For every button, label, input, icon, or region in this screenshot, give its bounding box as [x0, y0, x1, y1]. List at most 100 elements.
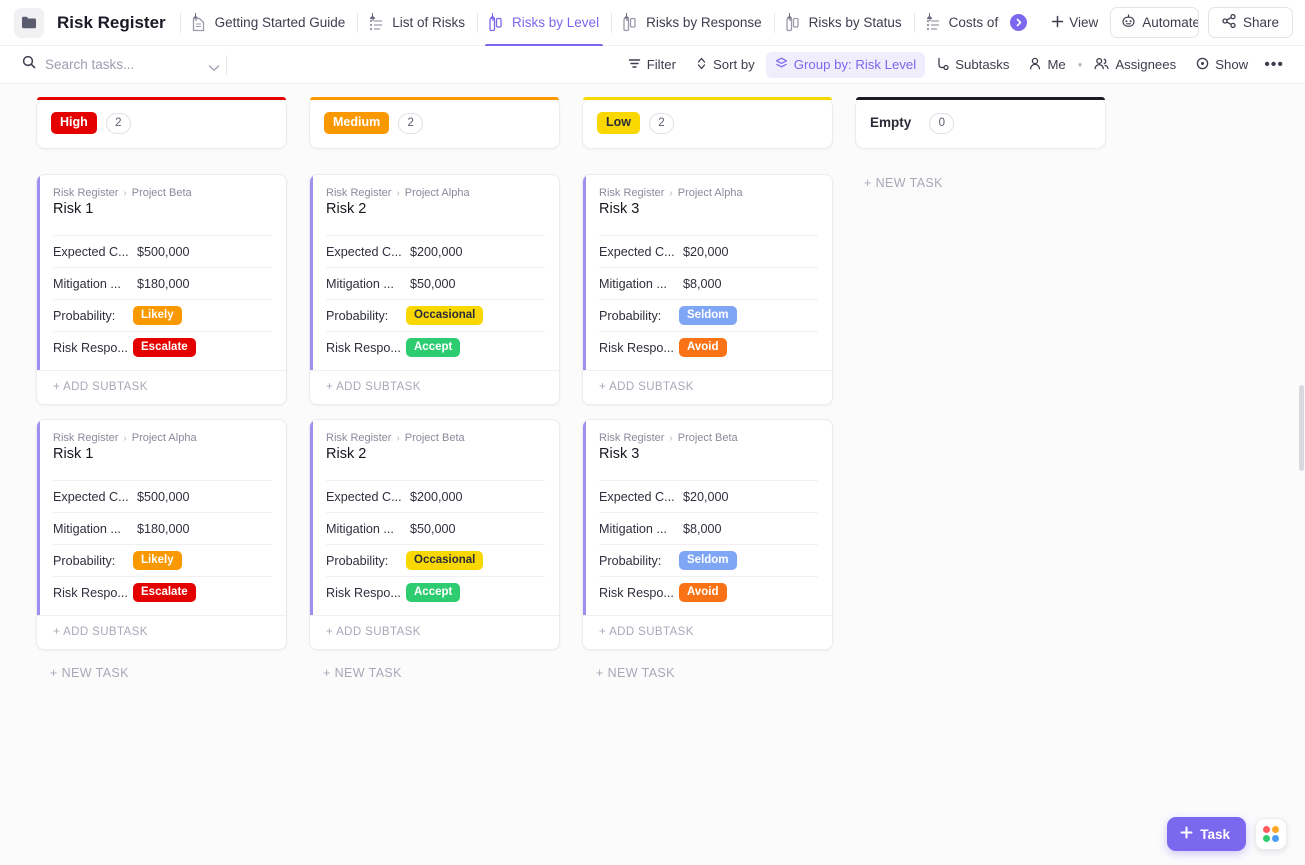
custom-field-tag[interactable]: Avoid [679, 583, 727, 603]
custom-field-row[interactable]: Expected C...$20,000 [599, 235, 818, 267]
custom-field-tag[interactable]: Occasional [406, 551, 483, 571]
custom-field-value[interactable]: $8,000 [677, 522, 722, 536]
custom-field-value[interactable]: $20,000 [677, 490, 729, 504]
task-card[interactable]: Risk Register›Project BetaRisk 2Expected… [309, 419, 560, 650]
add-subtask-button[interactable]: + ADD SUBTASK [583, 370, 832, 404]
filter-button[interactable]: Filter [619, 52, 685, 78]
breadcrumb-leaf[interactable]: Project Alpha [678, 187, 743, 199]
column-header[interactable]: Low2 [582, 98, 833, 149]
breadcrumb-root[interactable]: Risk Register [599, 432, 664, 444]
task-title[interactable]: Risk 1 [53, 446, 272, 462]
task-card[interactable]: Risk Register›Project AlphaRisk 2Expecte… [309, 174, 560, 405]
add-subtask-button[interactable]: + ADD SUBTASK [310, 370, 559, 404]
custom-field-value[interactable]: $8,000 [677, 277, 722, 291]
custom-field-value[interactable]: $50,000 [404, 522, 456, 536]
custom-field-row[interactable]: Mitigation ...$8,000 [599, 512, 818, 544]
task-card[interactable]: Risk Register›Project BetaRisk 3Expected… [582, 419, 833, 650]
custom-field-row[interactable]: Expected C...$200,000 [326, 480, 545, 512]
automate-main[interactable]: Automate [1111, 8, 1199, 37]
sort-by-button[interactable]: Sort by [687, 52, 764, 78]
breadcrumb-root[interactable]: Risk Register [599, 187, 664, 199]
custom-field-value[interactable]: $20,000 [677, 245, 729, 259]
custom-field-row[interactable]: Risk Respo...Accept [326, 331, 545, 363]
custom-field-tag[interactable]: Occasional [406, 306, 483, 326]
custom-field-tag[interactable]: Avoid [679, 338, 727, 358]
breadcrumb-leaf[interactable]: Project Beta [678, 432, 738, 444]
more-options-button[interactable]: ••• [1259, 56, 1293, 74]
custom-field-row[interactable]: Mitigation ...$180,000 [53, 267, 272, 299]
custom-field-row[interactable]: Mitigation ...$50,000 [326, 267, 545, 299]
custom-field-value[interactable]: $200,000 [404, 490, 463, 504]
show-button[interactable]: Show [1187, 52, 1257, 78]
add-subtask-button[interactable]: + ADD SUBTASK [310, 615, 559, 649]
task-card[interactable]: Risk Register›Project AlphaRisk 1Expecte… [36, 419, 287, 650]
custom-field-tag[interactable]: Seldom [679, 306, 737, 326]
subtasks-button[interactable]: Subtasks [927, 52, 1018, 78]
custom-field-row[interactable]: Risk Respo...Escalate [53, 331, 272, 363]
new-task-button[interactable]: + NEW TASK [36, 664, 309, 680]
apps-grid-icon[interactable] [1255, 818, 1287, 850]
custom-field-tag[interactable]: Accept [406, 338, 460, 358]
folder-icon[interactable] [14, 8, 44, 38]
tab-risks-by-status[interactable]: Risks by Status [774, 0, 914, 46]
custom-field-row[interactable]: Probability:Occasional [326, 299, 545, 331]
column-header[interactable]: Medium2 [309, 98, 560, 149]
custom-field-row[interactable]: Risk Respo...Escalate [53, 576, 272, 608]
task-title[interactable]: Risk 2 [326, 201, 545, 217]
custom-field-row[interactable]: Probability:Likely [53, 544, 272, 576]
custom-field-tag[interactable]: Escalate [133, 338, 196, 358]
custom-field-tag[interactable]: Seldom [679, 551, 737, 571]
custom-field-row[interactable]: Expected C...$20,000 [599, 480, 818, 512]
task-title[interactable]: Risk 3 [599, 446, 818, 462]
breadcrumb-root[interactable]: Risk Register [53, 432, 118, 444]
add-subtask-button[interactable]: + ADD SUBTASK [37, 615, 286, 649]
breadcrumb-root[interactable]: Risk Register [326, 187, 391, 199]
custom-field-row[interactable]: Probability:Likely [53, 299, 272, 331]
breadcrumb-leaf[interactable]: Project Beta [132, 187, 192, 199]
custom-field-row[interactable]: Probability:Seldom [599, 544, 818, 576]
chevron-down-icon[interactable] [208, 59, 220, 77]
assignees-button[interactable]: Assignees [1085, 52, 1185, 78]
share-button[interactable]: Share [1208, 7, 1293, 38]
new-task-button[interactable]: + NEW TASK [309, 664, 582, 680]
custom-field-value[interactable]: $50,000 [404, 277, 456, 291]
tab-list-of-risks[interactable]: List of Risks [357, 0, 477, 46]
add-subtask-button[interactable]: + ADD SUBTASK [37, 370, 286, 404]
tab-costs-of[interactable]: Costs of [914, 0, 1040, 46]
custom-field-row[interactable]: Risk Respo...Avoid [599, 576, 818, 608]
vertical-scrollbar-thumb[interactable] [1299, 385, 1304, 471]
custom-field-value[interactable]: $500,000 [131, 245, 190, 259]
tab-risks-by-level[interactable]: Risks by Level [477, 0, 611, 46]
chevron-right-icon[interactable] [1010, 14, 1027, 31]
custom-field-tag[interactable]: Likely [133, 306, 182, 326]
task-card[interactable]: Risk Register›Project BetaRisk 1Expected… [36, 174, 287, 405]
task-title[interactable]: Risk 1 [53, 201, 272, 217]
new-task-fab[interactable]: Task [1167, 817, 1246, 851]
automate-button[interactable]: Automate [1110, 7, 1199, 38]
search-box[interactable] [14, 50, 226, 80]
breadcrumb-leaf[interactable]: Project Alpha [132, 432, 197, 444]
custom-field-row[interactable]: Expected C...$200,000 [326, 235, 545, 267]
me-filter-button[interactable]: Me [1020, 52, 1074, 78]
custom-field-row[interactable]: Probability:Seldom [599, 299, 818, 331]
custom-field-value[interactable]: $180,000 [131, 522, 190, 536]
custom-field-tag[interactable]: Escalate [133, 583, 196, 603]
breadcrumb-root[interactable]: Risk Register [326, 432, 391, 444]
custom-field-row[interactable]: Risk Respo...Avoid [599, 331, 818, 363]
custom-field-row[interactable]: Expected C...$500,000 [53, 480, 272, 512]
custom-field-value[interactable]: $500,000 [131, 490, 190, 504]
tab-risks-by-response[interactable]: Risks by Response [611, 0, 774, 46]
breadcrumb-leaf[interactable]: Project Alpha [405, 187, 470, 199]
custom-field-row[interactable]: Expected C...$500,000 [53, 235, 272, 267]
column-header[interactable]: High2 [36, 98, 287, 149]
custom-field-row[interactable]: Mitigation ...$180,000 [53, 512, 272, 544]
custom-field-row[interactable]: Risk Respo...Accept [326, 576, 545, 608]
new-task-button[interactable]: + NEW TASK [582, 664, 855, 680]
task-title[interactable]: Risk 2 [326, 446, 545, 462]
breadcrumb-leaf[interactable]: Project Beta [405, 432, 465, 444]
custom-field-row[interactable]: Mitigation ...$8,000 [599, 267, 818, 299]
custom-field-tag[interactable]: Likely [133, 551, 182, 571]
breadcrumb-root[interactable]: Risk Register [53, 187, 118, 199]
task-card[interactable]: Risk Register›Project AlphaRisk 3Expecte… [582, 174, 833, 405]
custom-field-value[interactable]: $200,000 [404, 245, 463, 259]
